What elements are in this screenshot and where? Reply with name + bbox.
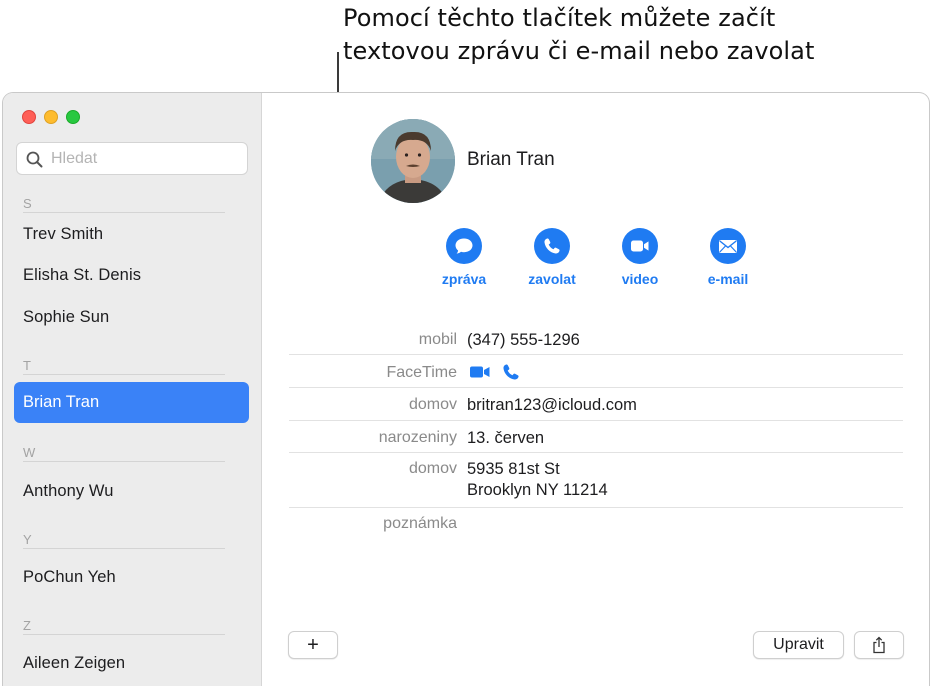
- section-header-s: S: [23, 196, 32, 211]
- edit-button[interactable]: Upravit: [753, 631, 844, 659]
- contact-name-heading: Brian Tran: [467, 149, 555, 170]
- callout-line-1: Pomocí těchto tlačítek můžete začít: [343, 4, 776, 32]
- close-window-button[interactable]: [22, 110, 36, 124]
- note-label: poznámka: [383, 515, 457, 532]
- birthday-value: 13. červen: [467, 429, 545, 447]
- search-icon: [26, 151, 43, 168]
- envelope-icon: [719, 239, 737, 253]
- message-action-label: zpráva: [441, 271, 487, 287]
- email-value[interactable]: britran123@icloud.com: [467, 396, 637, 415]
- edit-button-label: Upravit: [773, 636, 824, 653]
- video-action-label: video: [621, 271, 659, 287]
- contact-list-item[interactable]: Elisha St. Denis: [23, 266, 141, 285]
- email-label: domov: [408, 396, 457, 413]
- mobile-value[interactable]: (347) 555-1296: [467, 331, 580, 350]
- section-divider: [23, 548, 225, 549]
- search-field[interactable]: [16, 142, 248, 175]
- avatar-photo: [371, 119, 455, 203]
- add-button[interactable]: +: [288, 631, 338, 659]
- facetime-label: FaceTime: [386, 364, 457, 381]
- zoom-window-button[interactable]: [66, 110, 80, 124]
- contact-list-item[interactable]: Aileen Zeigen: [23, 654, 125, 673]
- contact-list-item-selected[interactable]: Brian Tran: [14, 382, 249, 423]
- contacts-window: S Trev Smith Elisha St. Denis Sophie Sun…: [2, 92, 930, 686]
- phone-icon: [544, 238, 560, 254]
- field-divider: [289, 507, 903, 508]
- contact-list-item[interactable]: Anthony Wu: [23, 482, 114, 501]
- section-header-w: W: [23, 445, 36, 460]
- sidebar: S Trev Smith Elisha St. Denis Sophie Sun…: [3, 93, 262, 686]
- message-action-button[interactable]: zpráva: [424, 228, 504, 287]
- contact-list-item[interactable]: Trev Smith: [23, 225, 103, 244]
- section-divider: [23, 461, 225, 462]
- section-divider: [23, 634, 225, 635]
- birthday-label: narozeniny: [378, 429, 457, 446]
- callout-annotation: Pomocí těchto tlačítek můžete začít text…: [343, 2, 815, 68]
- share-button[interactable]: [854, 631, 904, 659]
- facetime-audio-icon[interactable]: [502, 363, 520, 381]
- contact-list-item[interactable]: Sophie Sun: [23, 308, 109, 327]
- contact-list-item[interactable]: PoChun Yeh: [23, 568, 116, 587]
- field-divider: [289, 387, 903, 388]
- address-label: domov: [408, 460, 457, 477]
- section-header-t: T: [23, 358, 31, 373]
- field-divider: [289, 354, 903, 355]
- section-header-z: Z: [23, 618, 31, 633]
- facetime-video-icon[interactable]: [469, 365, 491, 379]
- video-camera-icon: [631, 240, 649, 252]
- email-action-label: e-mail: [707, 271, 749, 287]
- address-line-1[interactable]: 5935 81st St: [467, 460, 560, 479]
- field-divider: [289, 420, 903, 421]
- share-icon: [873, 636, 885, 654]
- message-bubble-icon: [455, 238, 473, 254]
- section-divider: [23, 374, 225, 375]
- section-divider: [23, 212, 225, 213]
- field-divider: [289, 452, 903, 453]
- section-header-y: Y: [23, 532, 32, 547]
- mobile-label: mobil: [418, 331, 457, 348]
- call-action-button[interactable]: zavolat: [512, 228, 592, 287]
- search-input[interactable]: [51, 148, 241, 170]
- address-line-2[interactable]: Brooklyn NY 11214: [467, 481, 608, 500]
- video-action-button[interactable]: video: [600, 228, 680, 287]
- contact-avatar: [371, 119, 455, 203]
- email-action-button[interactable]: e-mail: [688, 228, 768, 287]
- contact-name: Brian Tran: [23, 393, 100, 411]
- minimize-window-button[interactable]: [44, 110, 58, 124]
- callout-line-2: textovou zprávu či e-mail nebo zavolat: [343, 37, 815, 65]
- call-action-label: zavolat: [528, 271, 576, 287]
- add-icon: +: [307, 633, 319, 656]
